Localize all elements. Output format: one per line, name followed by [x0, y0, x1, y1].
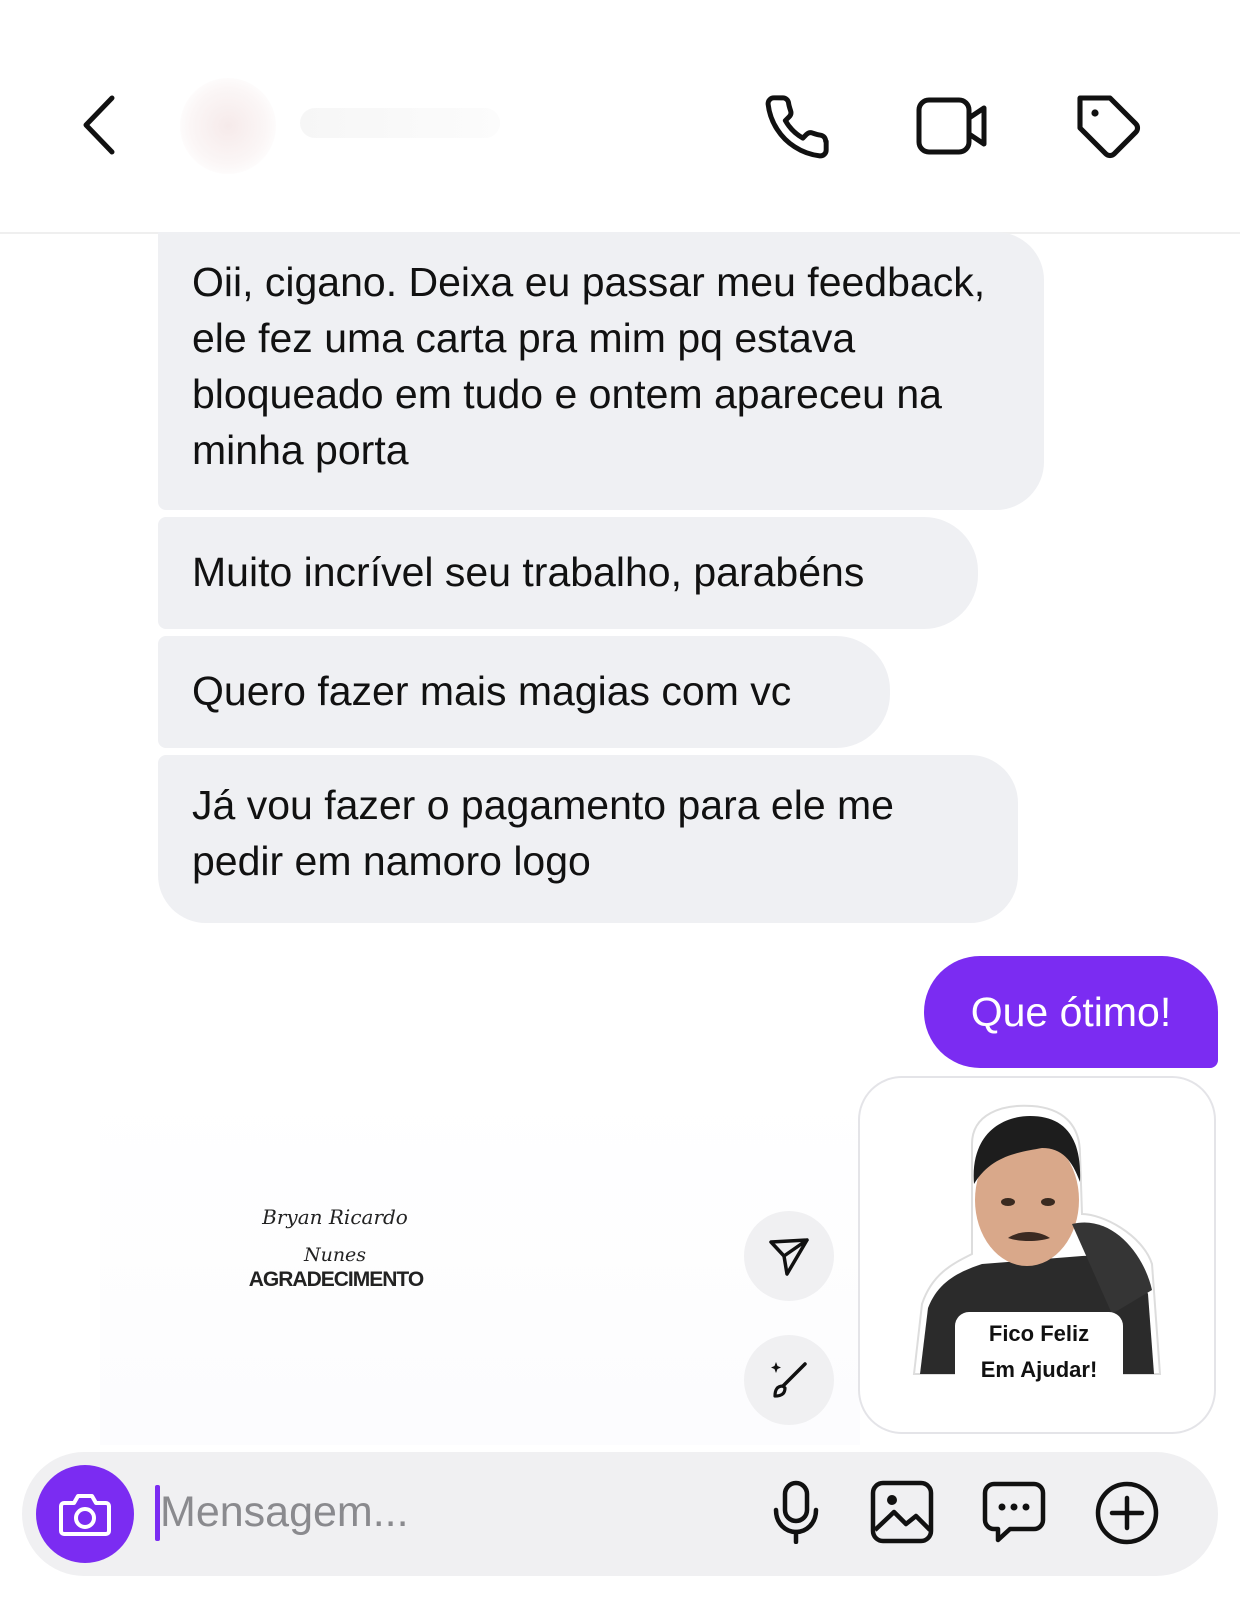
sticker-caption-line1: Fico Feliz: [988, 1321, 1090, 1346]
signature-title: AGRADECIMENTO: [248, 1268, 424, 1291]
chat-bubble-icon: [982, 1481, 1046, 1543]
tag-icon: [1077, 95, 1140, 158]
signature-name-line2: Nunes: [303, 1244, 367, 1266]
sticker-caption: Fico Feliz Em Ajudar!: [955, 1312, 1123, 1392]
call-button[interactable]: [762, 92, 832, 162]
received-message-bubble[interactable]: Quero fazer mais magias com vc: [158, 636, 890, 748]
sparkle-brush-icon: [771, 1362, 807, 1398]
chat-options-button[interactable]: [982, 1480, 1046, 1544]
paper-plane-icon: [769, 1238, 809, 1276]
phone-icon: [765, 95, 829, 159]
tag-button[interactable]: [1074, 92, 1146, 164]
contact-name[interactable]: [300, 108, 500, 138]
chat-header: [0, 0, 1240, 234]
chevron-left-icon: [83, 95, 115, 155]
received-message-bubble[interactable]: Muito incrível seu trabalho, parabéns: [158, 517, 978, 629]
voice-message-button[interactable]: [768, 1480, 824, 1544]
message-text: Já vou fazer o pagamento para ele me ped…: [192, 782, 894, 884]
received-message-bubble[interactable]: Oii, cigano. Deixa eu passar meu feedbac…: [158, 232, 1044, 510]
back-button[interactable]: [74, 92, 124, 158]
edit-sticker-button[interactable]: [744, 1335, 834, 1425]
plus-circle-icon: [1095, 1481, 1159, 1545]
message-input[interactable]: [160, 1480, 720, 1544]
message-text: Que ótimo!: [970, 989, 1172, 1035]
microphone-icon: [773, 1480, 819, 1544]
camera-icon: [59, 1494, 111, 1536]
send-sticker-button[interactable]: [744, 1211, 834, 1301]
message-text: Quero fazer mais magias com vc: [192, 668, 792, 714]
message-text: Oii, cigano. Deixa eu passar meu feedbac…: [192, 259, 986, 473]
gallery-button[interactable]: [870, 1480, 934, 1544]
signature-name-line1: Bryan Ricardo: [262, 1205, 408, 1229]
sticker-caption-line2: Em Ajudar!: [980, 1357, 1098, 1382]
sent-message-bubble[interactable]: Que ótimo!: [924, 956, 1218, 1068]
video-camera-icon: [916, 97, 987, 155]
message-text: Muito incrível seu trabalho, parabéns: [192, 549, 865, 595]
image-icon: [870, 1480, 934, 1544]
add-button[interactable]: [1094, 1480, 1160, 1546]
received-message-bubble[interactable]: Já vou fazer o pagamento para ele me ped…: [158, 755, 1018, 923]
avatar[interactable]: [180, 78, 276, 174]
camera-button[interactable]: [36, 1465, 134, 1563]
video-call-button[interactable]: [914, 94, 990, 158]
